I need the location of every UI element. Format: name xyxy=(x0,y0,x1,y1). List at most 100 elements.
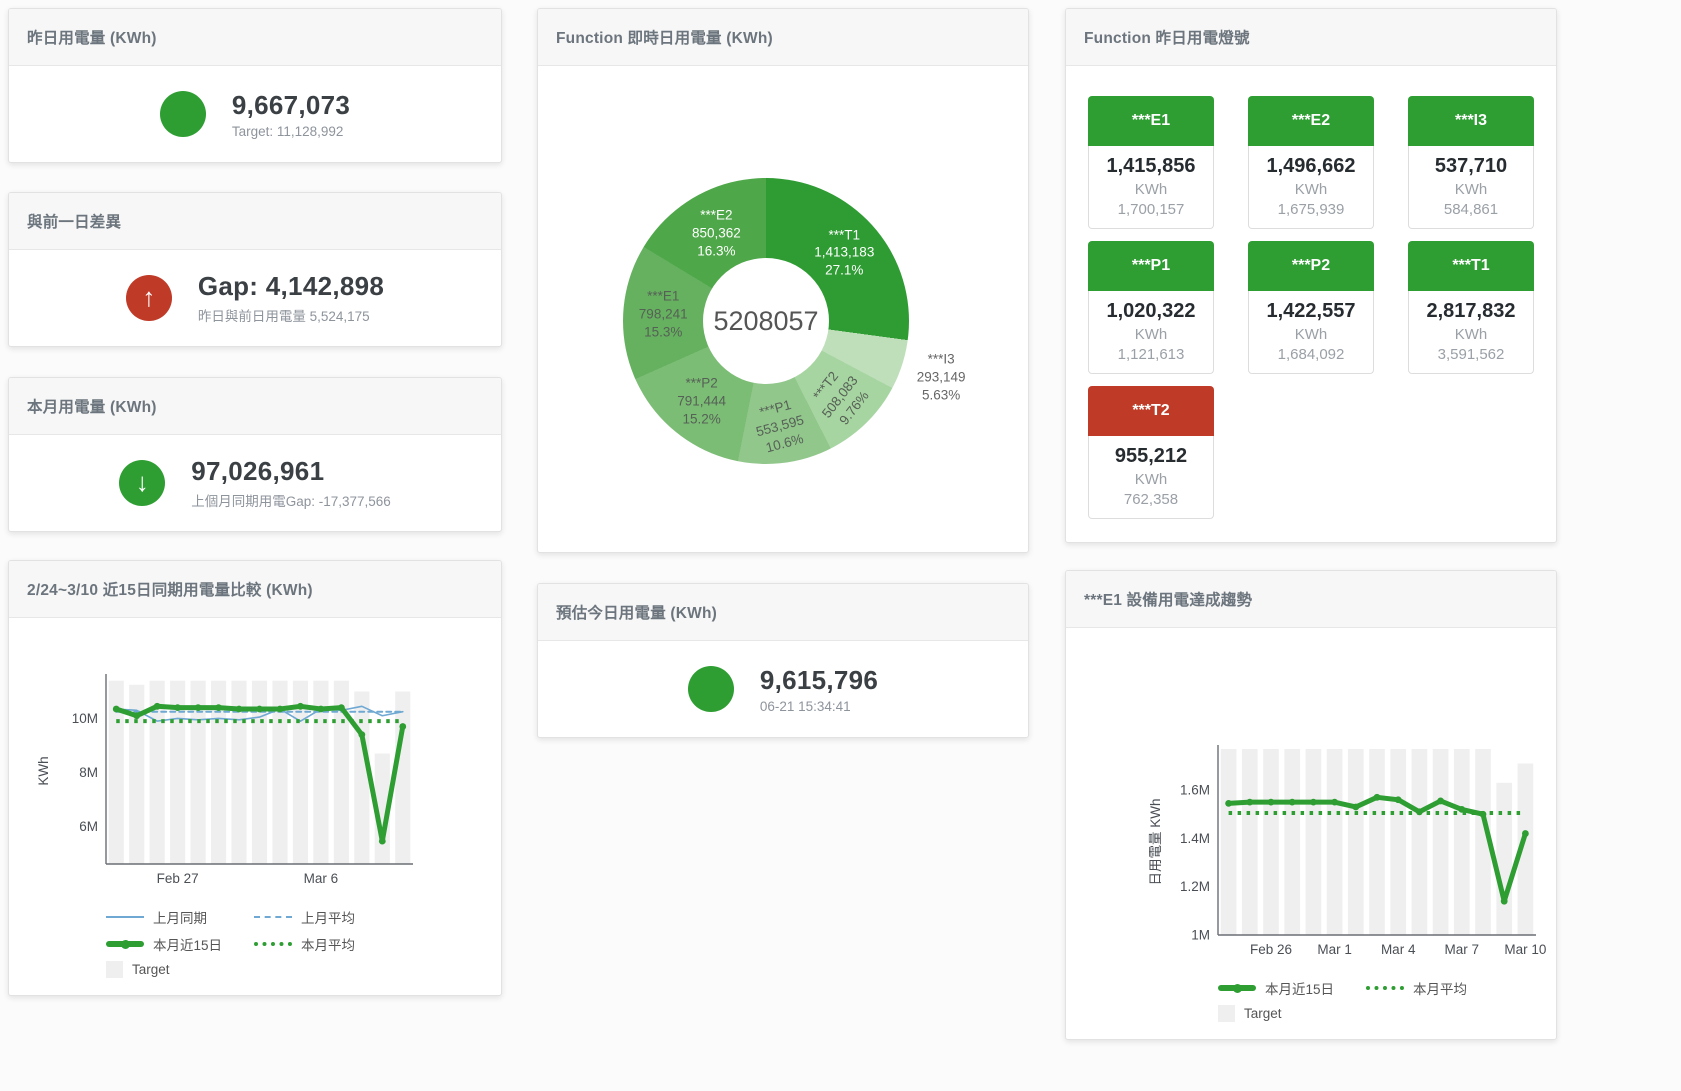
target-swatch-icon xyxy=(1218,1005,1235,1022)
stat-value: 97,026,961 xyxy=(191,456,391,487)
panel-header: 本月用電量 (KWh) xyxy=(9,378,501,435)
donut-label-line: ***E2 xyxy=(692,206,741,224)
series-point xyxy=(1352,804,1359,811)
series-point xyxy=(297,703,304,710)
panel-e1-trend-chart: ***E1 設備用電達成趨勢 1M1.2M1.4M1.6MFeb 26Mar 1… xyxy=(1065,570,1557,1040)
panel-title[interactable]: Function 即時日用電量 (KWh) xyxy=(556,26,773,48)
legend-item-上月平均[interactable]: 上月平均 xyxy=(254,907,402,927)
light-tile-body: 955,212KWh762,358 xyxy=(1088,436,1214,519)
light-tile-body: 1,020,322KWh1,121,613 xyxy=(1088,291,1214,374)
y-tick-label: 6M xyxy=(79,819,98,834)
compare-chart: 6M8M10MFeb 27Mar 6KWh xyxy=(9,666,501,898)
light-tile-unit: KWh xyxy=(1091,471,1211,488)
light-tile: ***E11,415,856KWh1,700,157 xyxy=(1088,96,1214,229)
stat-row: ↑ Gap: 4,142,898 昨日與前日用電量 5,524,175 xyxy=(9,250,501,346)
panel-estimate-today: 預估今日用電量 (KWh) 9,615,796 06-21 15:34:41 xyxy=(537,583,1029,738)
legend-item-本月近15日[interactable]: 本月近15日 xyxy=(1218,978,1366,998)
series-swatch-icon xyxy=(1218,985,1256,991)
legend-item-本月平均[interactable]: 本月平均 xyxy=(1366,978,1514,998)
target-bar xyxy=(1284,749,1300,935)
legend-item-Target[interactable]: Target xyxy=(1218,1005,1366,1022)
donut-label-line: 27.1% xyxy=(814,261,874,279)
compare-chart-area: 6M8M10MFeb 27Mar 6KWh 上月同期 上月平均本月近15日 本月平均… xyxy=(9,666,501,985)
swatch-dot xyxy=(1233,984,1242,993)
legend-label: 本月近15日 xyxy=(153,934,222,954)
dashboard: 昨日用電量 (KWh) 9,667,073 Target: 11,128,992… xyxy=(0,0,1681,1091)
donut-label-line: ***T1 xyxy=(814,226,874,244)
stat-text: 9,615,796 06-21 15:34:41 xyxy=(760,665,878,714)
status-circle-icon xyxy=(688,666,734,712)
series-point xyxy=(256,706,263,713)
target-bar xyxy=(354,691,369,864)
donut-label-line: 16.3% xyxy=(692,242,741,260)
stat-text: Gap: 4,142,898 昨日與前日用電量 5,524,175 xyxy=(198,271,384,325)
light-tile-header: ***P2 xyxy=(1248,241,1374,291)
stat-text: 9,667,073 Target: 11,128,992 xyxy=(232,90,350,139)
y-axis-title: 日用電量 KWh xyxy=(1148,798,1163,885)
light-tile-header: ***P1 xyxy=(1088,241,1214,291)
light-tile-body: 1,415,856KWh1,700,157 xyxy=(1088,146,1214,229)
donut-label-line: ***P2 xyxy=(677,375,726,393)
stat-subtext: 上個月同期用電Gap: -17,377,566 xyxy=(191,490,391,510)
legend-label: 上月平均 xyxy=(301,907,355,927)
panel-title[interactable]: ***E1 設備用電達成趨勢 xyxy=(1084,588,1252,610)
panel-body: 6M8M10MFeb 27Mar 6KWh 上月同期 上月平均本月近15日 本月平均… xyxy=(9,618,501,995)
compare-chart-legend: 上月同期 上月平均本月近15日 本月平均Target xyxy=(106,907,436,985)
status-circle-icon xyxy=(160,91,206,137)
panel-yesterday-usage: 昨日用電量 (KWh) 9,667,073 Target: 11,128,992 xyxy=(8,8,502,163)
light-tile-header: ***I3 xyxy=(1408,96,1534,146)
legend-item-本月平均[interactable]: 本月平均 xyxy=(254,934,402,954)
x-tick-label: Mar 1 xyxy=(1317,942,1352,957)
legend-label: 本月平均 xyxy=(1413,978,1467,998)
light-tile: ***T12,817,832KWh3,591,562 xyxy=(1408,241,1534,374)
series-point xyxy=(174,704,181,711)
light-tile: ***P21,422,557KWh1,684,092 xyxy=(1248,241,1374,374)
legend-item-本月近15日[interactable]: 本月近15日 xyxy=(106,934,254,954)
donut-hole: 5208057 xyxy=(703,258,829,384)
series-point xyxy=(1374,794,1381,801)
series-point xyxy=(1522,830,1529,837)
panel-title[interactable]: 本月用電量 (KWh) xyxy=(27,395,157,417)
light-tile-value: 1,415,856 xyxy=(1091,155,1211,178)
donut-label-line: 798,241 xyxy=(639,306,688,324)
light-tile-grid: ***E11,415,856KWh1,700,157 ***E21,496,662… xyxy=(1066,66,1556,519)
panel-body: 9,615,796 06-21 15:34:41 xyxy=(538,641,1028,737)
panel-title[interactable]: 昨日用電量 (KWh) xyxy=(27,26,157,48)
panel-title[interactable]: 預估今日用電量 (KWh) xyxy=(556,601,717,623)
stat-value: Gap: 4,142,898 xyxy=(198,271,384,302)
light-tile-header: ***E1 xyxy=(1088,96,1214,146)
target-bar xyxy=(1390,749,1406,935)
light-tile-value: 955,212 xyxy=(1091,445,1211,468)
legend-label: 本月近15日 xyxy=(1265,978,1334,998)
panel-header: Function 即時日用電量 (KWh) xyxy=(538,9,1028,66)
panel-title[interactable]: 與前一日差異 xyxy=(27,210,121,232)
legend-item-上月同期[interactable]: 上月同期 xyxy=(106,907,254,927)
series-swatch-icon xyxy=(1366,986,1404,990)
donut-chart: 5208057 ***T11,413,18327.1%***I3293,1495… xyxy=(623,178,909,464)
series-point xyxy=(399,723,406,730)
series-point xyxy=(338,704,345,711)
stat-row: ↓ 97,026,961 上個月同期用電Gap: -17,377,566 xyxy=(9,435,501,531)
light-tile: ***E21,496,662KWh1,675,939 xyxy=(1248,96,1374,229)
series-point xyxy=(277,706,284,713)
target-bar xyxy=(1348,749,1364,935)
panel-header: 昨日用電量 (KWh) xyxy=(9,9,501,66)
light-tile-target: 1,675,939 xyxy=(1251,201,1371,218)
panel-header: 與前一日差異 xyxy=(9,193,501,250)
series-point xyxy=(215,704,222,711)
light-tile-unit: KWh xyxy=(1411,181,1531,198)
y-tick-label: 10M xyxy=(72,711,98,726)
target-bar xyxy=(1433,749,1449,935)
legend-label: 上月同期 xyxy=(153,907,207,927)
series-swatch-icon xyxy=(254,916,292,918)
swatch-dot xyxy=(121,940,130,949)
donut-label-line: 1,413,183 xyxy=(814,244,874,262)
donut-slice-label: ***T11,413,18327.1% xyxy=(814,226,874,279)
panel-title[interactable]: Function 昨日用電燈號 xyxy=(1084,26,1250,48)
panel-title[interactable]: 2/24~3/10 近15日同期用電量比較 (KWh) xyxy=(27,578,313,600)
legend-item-Target[interactable]: Target xyxy=(106,961,254,978)
panel-header: 預估今日用電量 (KWh) xyxy=(538,584,1028,641)
light-tile-header: ***T1 xyxy=(1408,241,1534,291)
target-bar xyxy=(1242,749,1258,935)
series-point xyxy=(195,704,202,711)
